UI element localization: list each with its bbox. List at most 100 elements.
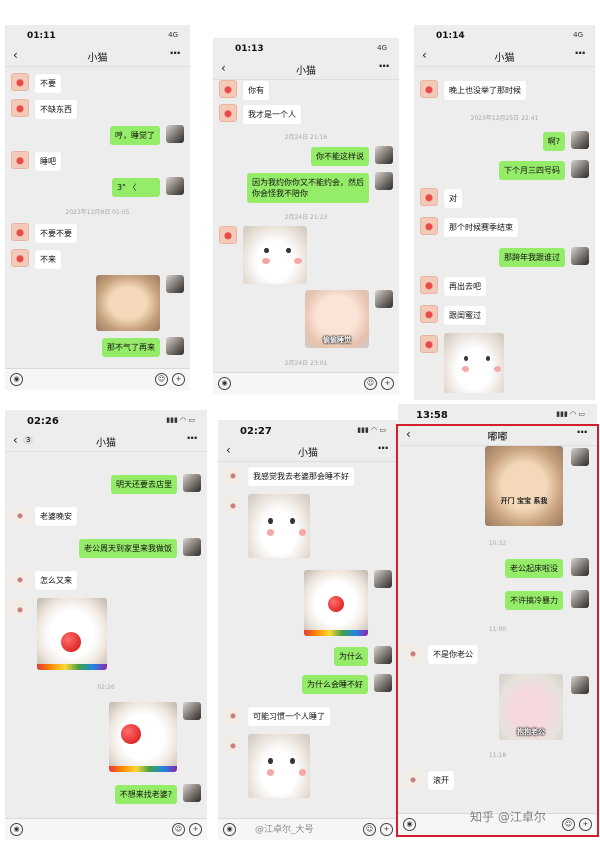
avatar[interactable] — [183, 538, 201, 556]
message-bubble[interactable]: 那不气了再来 — [102, 338, 160, 357]
message-bubble[interactable]: 再出去吧 — [444, 277, 486, 296]
message-bubble[interactable]: 为什么 — [334, 647, 368, 666]
avatar[interactable] — [11, 249, 29, 267]
avatar[interactable] — [374, 646, 392, 664]
message-bubble[interactable]: 因为我约你你又不能约会，然后 你会怪我不陪你 — [247, 173, 369, 203]
avatar[interactable] — [11, 151, 29, 169]
avatar[interactable] — [219, 226, 237, 244]
plus-icon[interactable]: + — [381, 377, 394, 390]
more-options-icon[interactable]: ··· — [186, 431, 198, 445]
message-bubble[interactable]: 明天还要去店里 — [111, 475, 177, 494]
avatar[interactable] — [11, 73, 29, 91]
sticker-image[interactable] — [444, 333, 504, 393]
chat-title: 小猫 — [494, 53, 515, 64]
message-bubble[interactable]: 为什么会睡不好 — [302, 675, 368, 694]
avatar[interactable] — [374, 674, 392, 692]
sticker-image[interactable]: 偷偷睡觉 — [305, 290, 369, 348]
message-line: 你会怪我不陪你 — [252, 189, 308, 198]
sticker-image[interactable] — [248, 734, 310, 798]
sticker-image[interactable] — [248, 494, 310, 558]
message-bubble[interactable]: 可能习惯一个人睡了 — [248, 707, 330, 726]
sticker-image[interactable] — [37, 598, 107, 670]
avatar[interactable] — [183, 474, 201, 492]
voice-input-icon[interactable]: ◉ — [223, 823, 236, 836]
avatar[interactable] — [166, 275, 184, 293]
plus-icon[interactable]: + — [380, 823, 393, 836]
plus-icon[interactable]: + — [189, 823, 202, 836]
zhihu-watermark: 知乎 @江卓尔 — [470, 810, 546, 824]
more-options-icon[interactable]: ··· — [169, 46, 181, 60]
voice-input-icon[interactable]: ◉ — [10, 823, 23, 836]
status-bar: 02:27 ▮▮▮ ◠ ▭ — [218, 420, 398, 440]
avatar[interactable] — [11, 99, 29, 117]
avatar[interactable] — [420, 188, 438, 206]
message-bubble[interactable]: 不缺东西 — [35, 100, 77, 119]
avatar[interactable] — [571, 247, 589, 265]
message-bubble[interactable]: 那个时候赛季结束 — [444, 218, 518, 237]
signal-indicator: ▮▮▮ ◠ ▭ — [166, 416, 195, 424]
voice-input-icon[interactable]: ◉ — [10, 373, 23, 386]
avatar[interactable] — [375, 146, 393, 164]
message-bubble[interactable]: 不想来找老婆? — [114, 785, 177, 804]
avatar[interactable] — [166, 337, 184, 355]
avatar[interactable] — [166, 177, 184, 195]
message-bubble[interactable]: 那跨年我跟谁过 — [499, 248, 565, 267]
avatar[interactable] — [11, 600, 29, 618]
message-bubble[interactable]: 跟闺蜜过 — [444, 306, 486, 325]
message-bubble[interactable]: 老婆晚安 — [35, 507, 77, 526]
avatar[interactable] — [219, 80, 237, 98]
avatar[interactable] — [11, 570, 29, 588]
voice-input-icon[interactable]: ◉ — [218, 377, 231, 390]
avatar[interactable] — [571, 131, 589, 149]
more-options-icon[interactable]: ··· — [378, 59, 390, 73]
chat-header: ‹ 小猫 ··· — [218, 440, 398, 462]
avatar[interactable] — [420, 335, 438, 353]
message-bubble[interactable]: 怎么又来 — [35, 571, 77, 590]
sticker-image[interactable] — [243, 226, 307, 284]
message-bubble[interactable]: 我才是一个人 — [243, 105, 301, 124]
emoji-icon[interactable]: ☺ — [363, 823, 376, 836]
emoji-icon[interactable]: ☺ — [172, 823, 185, 836]
avatar[interactable] — [375, 172, 393, 190]
avatar[interactable] — [219, 104, 237, 122]
avatar[interactable] — [571, 160, 589, 178]
message-bubble[interactable]: 不要 — [35, 74, 61, 93]
avatar[interactable] — [420, 80, 438, 98]
message-bubble[interactable]: 哼，睡觉了 — [110, 126, 160, 145]
plus-icon[interactable]: + — [172, 373, 185, 386]
more-options-icon[interactable]: ··· — [574, 46, 586, 60]
message-bubble[interactable]: 老公周天到家里来我做饭 — [79, 539, 177, 558]
avatar[interactable] — [11, 223, 29, 241]
message-bubble[interactable]: 睡吧 — [35, 152, 61, 171]
avatar[interactable] — [420, 305, 438, 323]
sticker-image[interactable] — [96, 275, 160, 331]
emoji-icon[interactable]: ☺ — [155, 373, 168, 386]
message-bubble[interactable]: 啊? — [542, 132, 565, 151]
avatar[interactable] — [224, 496, 242, 514]
avatar[interactable] — [224, 736, 242, 754]
message-bubble[interactable]: 你有 — [243, 81, 269, 100]
emoji-icon[interactable]: ☺ — [364, 377, 377, 390]
sticker-image[interactable] — [304, 570, 368, 636]
voice-message[interactable]: 3" 〈 — [112, 178, 160, 197]
message-bubble[interactable]: 不要不要 — [35, 224, 77, 243]
avatar[interactable] — [224, 466, 242, 484]
rainbow-stripe — [37, 664, 107, 670]
avatar[interactable] — [224, 706, 242, 724]
avatar[interactable] — [183, 702, 201, 720]
avatar[interactable] — [375, 290, 393, 308]
message-bubble[interactable]: 你不能这样说 — [311, 147, 369, 166]
avatar[interactable] — [11, 506, 29, 524]
message-bubble[interactable]: 晚上也没举了那时候 — [444, 81, 526, 100]
message-bubble[interactable]: 我感觉我去老婆那会睡不好 — [248, 467, 354, 486]
avatar[interactable] — [166, 125, 184, 143]
avatar[interactable] — [420, 217, 438, 235]
message-bubble[interactable]: 不来 — [35, 250, 61, 269]
avatar[interactable] — [420, 276, 438, 294]
avatar[interactable] — [374, 570, 392, 588]
avatar[interactable] — [183, 784, 201, 802]
sticker-image[interactable] — [109, 702, 177, 772]
more-options-icon[interactable]: ··· — [377, 441, 389, 455]
message-bubble[interactable]: 对 — [444, 189, 462, 208]
message-bubble[interactable]: 下个月三四号码 — [499, 161, 565, 180]
